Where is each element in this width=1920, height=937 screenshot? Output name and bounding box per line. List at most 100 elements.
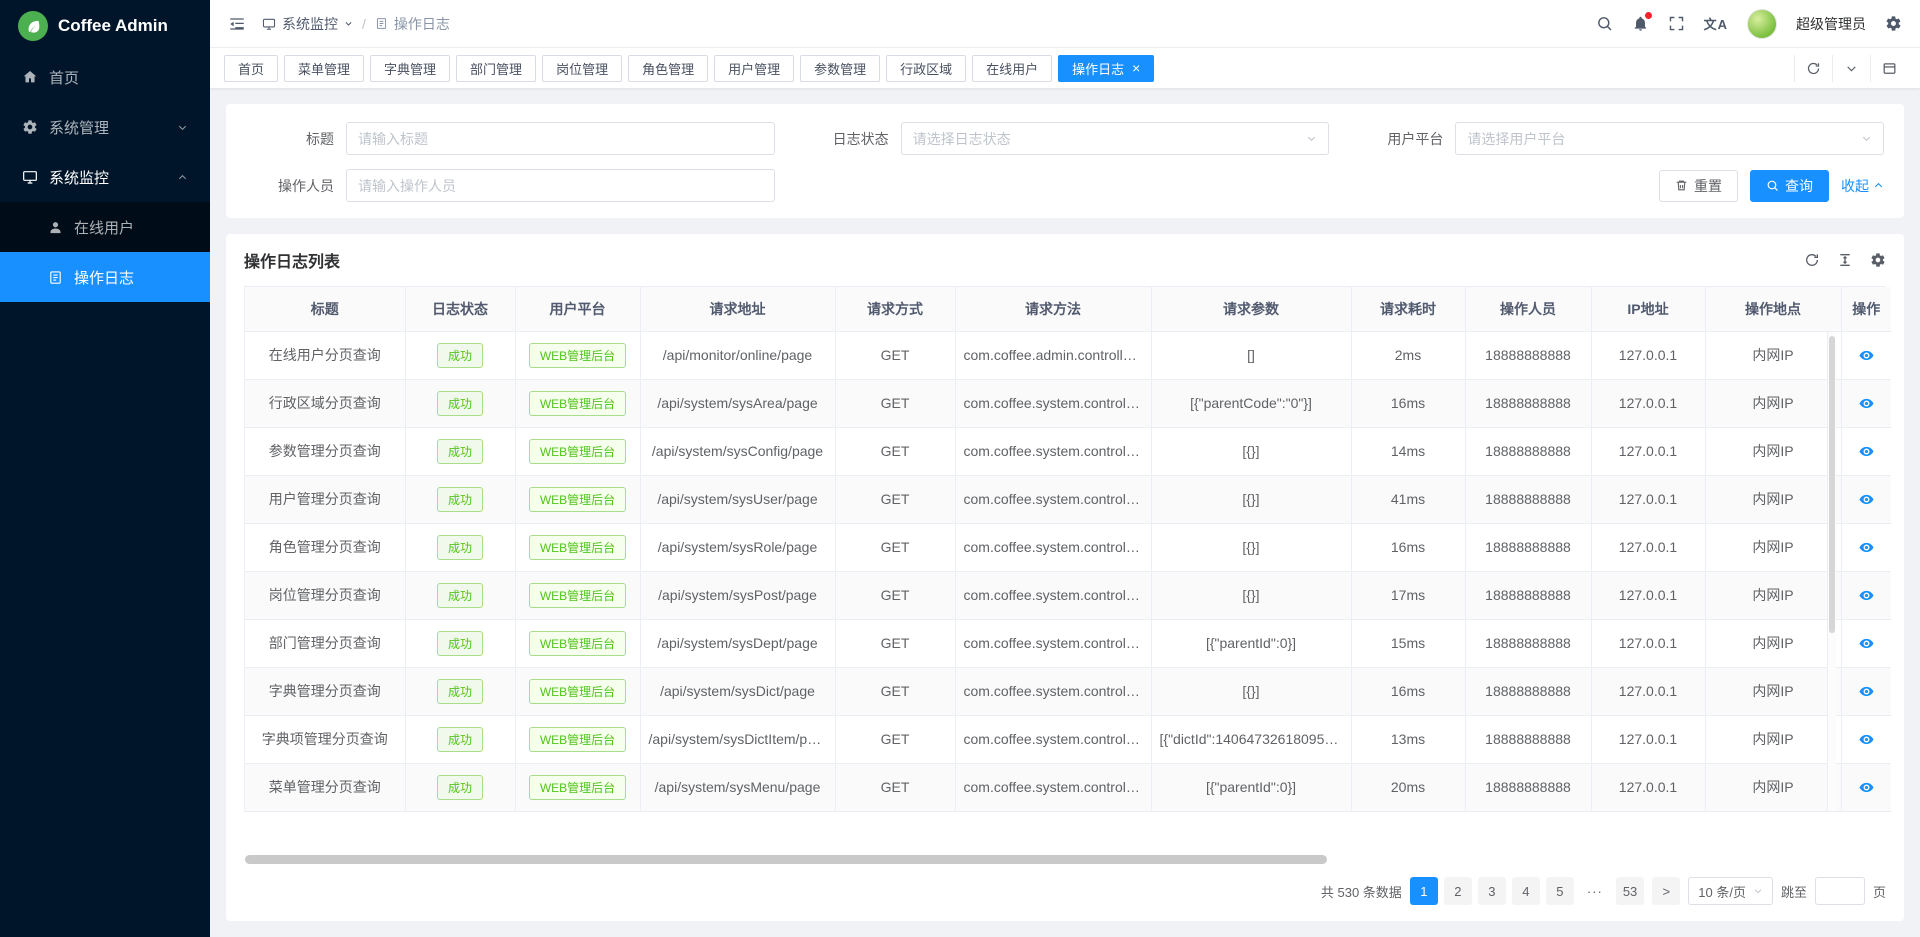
tab-item[interactable]: 行政区域 — [886, 55, 966, 82]
view-detail-eye-icon[interactable] — [1858, 731, 1875, 748]
user-icon — [48, 220, 63, 235]
view-detail-eye-icon[interactable] — [1858, 491, 1875, 508]
view-detail-eye-icon[interactable] — [1858, 347, 1875, 364]
density-icon[interactable] — [1837, 252, 1853, 268]
breadcrumb-label: 操作日志 — [394, 14, 450, 34]
view-detail-eye-icon[interactable] — [1858, 587, 1875, 604]
view-detail-eye-icon[interactable] — [1858, 539, 1875, 556]
column-header: 请求方式 — [835, 287, 955, 331]
username[interactable]: 超级管理员 — [1796, 14, 1866, 34]
vertical-scrollbar[interactable] — [1827, 332, 1836, 811]
sidebar-submenu-system-monitor: 在线用户 操作日志 — [0, 202, 210, 302]
view-detail-eye-icon[interactable] — [1858, 683, 1875, 700]
operator-input[interactable] — [346, 169, 775, 202]
tab-item[interactable]: 在线用户 — [972, 55, 1052, 82]
fullscreen-icon[interactable] — [1668, 15, 1685, 32]
app-logo: Coffee Admin — [0, 0, 210, 52]
pagination-more[interactable]: ··· — [1580, 877, 1610, 905]
search-icon[interactable] — [1596, 15, 1613, 32]
query-button[interactable]: 查询 — [1750, 170, 1829, 202]
platform-badge: WEB管理后台 — [529, 631, 626, 656]
view-detail-eye-icon[interactable] — [1858, 443, 1875, 460]
cell-location: 内网IP — [1705, 571, 1841, 619]
cell-title: 角色管理分页查询 — [245, 523, 405, 571]
cell-duration: 15ms — [1351, 619, 1465, 667]
refresh-icon[interactable] — [1804, 252, 1820, 268]
cell-handler: com.coffee.system.controlle... — [955, 763, 1151, 811]
column-settings-gear-icon[interactable] — [1870, 252, 1886, 268]
sidebar-item-system-monitor[interactable]: 系统监控 — [0, 152, 210, 202]
horizontal-scrollbar[interactable] — [245, 855, 1885, 865]
cell-duration: 20ms — [1351, 763, 1465, 811]
settings-gear-icon[interactable] — [1885, 15, 1902, 32]
notification-bell-icon[interactable] — [1632, 15, 1649, 32]
horizontal-scrollbar-thumb[interactable] — [245, 855, 1327, 864]
view-detail-eye-icon[interactable] — [1858, 395, 1875, 412]
pagination-page-4[interactable]: 4 — [1512, 877, 1540, 905]
status-badge: 成功 — [437, 439, 483, 464]
pagination-next-button[interactable]: > — [1652, 877, 1680, 905]
cell-operator: 18888888888 — [1465, 619, 1591, 667]
collapse-filter-link[interactable]: 收起 — [1841, 176, 1884, 196]
breadcrumb-item-system-monitor[interactable]: 系统监控 — [262, 14, 353, 34]
tab-item[interactable]: 用户管理 — [714, 55, 794, 82]
pagination-page-5[interactable]: 5 — [1546, 877, 1574, 905]
tab-item[interactable]: 字典管理 — [370, 55, 450, 82]
tab-item[interactable]: 菜单管理 — [284, 55, 364, 82]
cell-platform: WEB管理后台 — [515, 763, 640, 811]
pagination-page-1[interactable]: 1 — [1410, 877, 1438, 905]
user-platform-select[interactable]: 请选择用户平台 — [1455, 122, 1884, 155]
cell-location: 内网IP — [1705, 427, 1841, 475]
cell-status: 成功 — [405, 475, 515, 523]
title-input[interactable] — [346, 122, 775, 155]
tab-item[interactable]: 首页 — [224, 55, 278, 82]
view-detail-eye-icon[interactable] — [1858, 635, 1875, 652]
avatar[interactable] — [1747, 9, 1777, 39]
pagination-page-2[interactable]: 2 — [1444, 877, 1472, 905]
column-header: 日志状态 — [405, 287, 515, 331]
sidebar-item-operation-log[interactable]: 操作日志 — [0, 252, 210, 302]
status-badge: 成功 — [437, 535, 483, 560]
cell-method: GET — [835, 523, 955, 571]
pagination-page-53[interactable]: 53 — [1616, 877, 1644, 905]
cell-handler: com.coffee.system.controlle... — [955, 475, 1151, 523]
page-content: 标题 日志状态 请选择日志状态 用户平台 请选择用户平台 — [210, 88, 1920, 937]
filter-status-label: 日志状态 — [801, 129, 889, 149]
column-header: 请求地址 — [640, 287, 835, 331]
cell-title: 字典项管理分页查询 — [245, 715, 405, 763]
view-detail-eye-icon[interactable] — [1858, 779, 1875, 796]
log-status-select[interactable]: 请选择日志状态 — [901, 122, 1330, 155]
tab-item[interactable]: 岗位管理 — [542, 55, 622, 82]
cell-handler: com.coffee.admin.controller... — [955, 331, 1151, 379]
sidebar-collapse-icon[interactable] — [228, 15, 246, 33]
tab-close-icon[interactable]: × — [1132, 61, 1140, 75]
tab-item[interactable]: 部门管理 — [456, 55, 536, 82]
pagination-jump-suffix: 页 — [1873, 882, 1886, 901]
cell-duration: 41ms — [1351, 475, 1465, 523]
tabs-dropdown-icon[interactable] — [1832, 55, 1870, 82]
tab-item[interactable]: 角色管理 — [628, 55, 708, 82]
tabs-refresh-icon[interactable] — [1794, 55, 1832, 82]
cell-platform: WEB管理后台 — [515, 379, 640, 427]
tab-item[interactable]: 操作日志× — [1058, 55, 1154, 82]
tabs-layout-icon[interactable] — [1870, 55, 1908, 82]
chevron-down-icon — [1753, 886, 1763, 896]
filter-title-label: 标题 — [246, 129, 334, 149]
column-header: IP地址 — [1591, 287, 1705, 331]
sidebar-item-system-management[interactable]: 系统管理 — [0, 102, 210, 152]
cell-operator: 18888888888 — [1465, 331, 1591, 379]
reset-button[interactable]: 重置 — [1659, 170, 1738, 202]
vertical-scrollbar-thumb[interactable] — [1829, 336, 1835, 633]
tab-item[interactable]: 参数管理 — [800, 55, 880, 82]
pagination-jump-input[interactable] — [1815, 877, 1865, 905]
sidebar-item-online-users[interactable]: 在线用户 — [0, 202, 210, 252]
cell-title: 在线用户分页查询 — [245, 331, 405, 379]
chevron-up-icon — [177, 172, 188, 183]
language-icon[interactable]: 文A — [1704, 14, 1728, 33]
pagination-page-3[interactable]: 3 — [1478, 877, 1506, 905]
cell-handler: com.coffee.system.controlle... — [955, 571, 1151, 619]
cell-title: 用户管理分页查询 — [245, 475, 405, 523]
page-size-select[interactable]: 10 条/页 — [1688, 877, 1773, 905]
sidebar-item-home[interactable]: 首页 — [0, 52, 210, 102]
cell-platform: WEB管理后台 — [515, 427, 640, 475]
